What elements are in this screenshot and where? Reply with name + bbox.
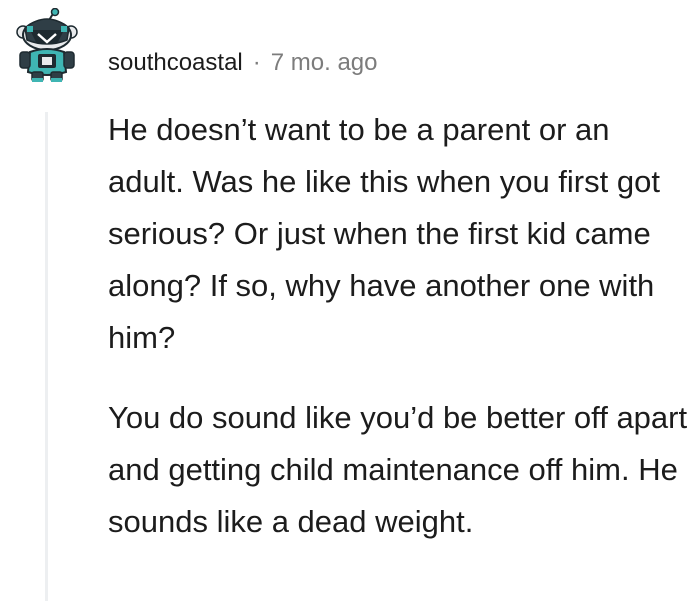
avatar[interactable] bbox=[8, 7, 84, 84]
comment-timestamp[interactable]: 7 mo. ago bbox=[271, 49, 378, 77]
comment-body: He doesn’t want to be a parent or an adu… bbox=[108, 104, 693, 576]
meta-separator: · bbox=[252, 49, 261, 76]
comment-paragraph: He doesn’t want to be a parent or an adu… bbox=[108, 112, 660, 355]
comment: southcoastal · 7 mo. ago He doesn’t want… bbox=[0, 0, 700, 601]
comment-author[interactable]: southcoastal bbox=[108, 49, 243, 77]
thread-collapse-line[interactable] bbox=[45, 112, 48, 601]
snoo-avatar-icon bbox=[16, 7, 78, 82]
comment-paragraph: You do sound like you’d be better off ap… bbox=[108, 400, 688, 539]
comment-meta: southcoastal · 7 mo. ago bbox=[108, 46, 378, 80]
